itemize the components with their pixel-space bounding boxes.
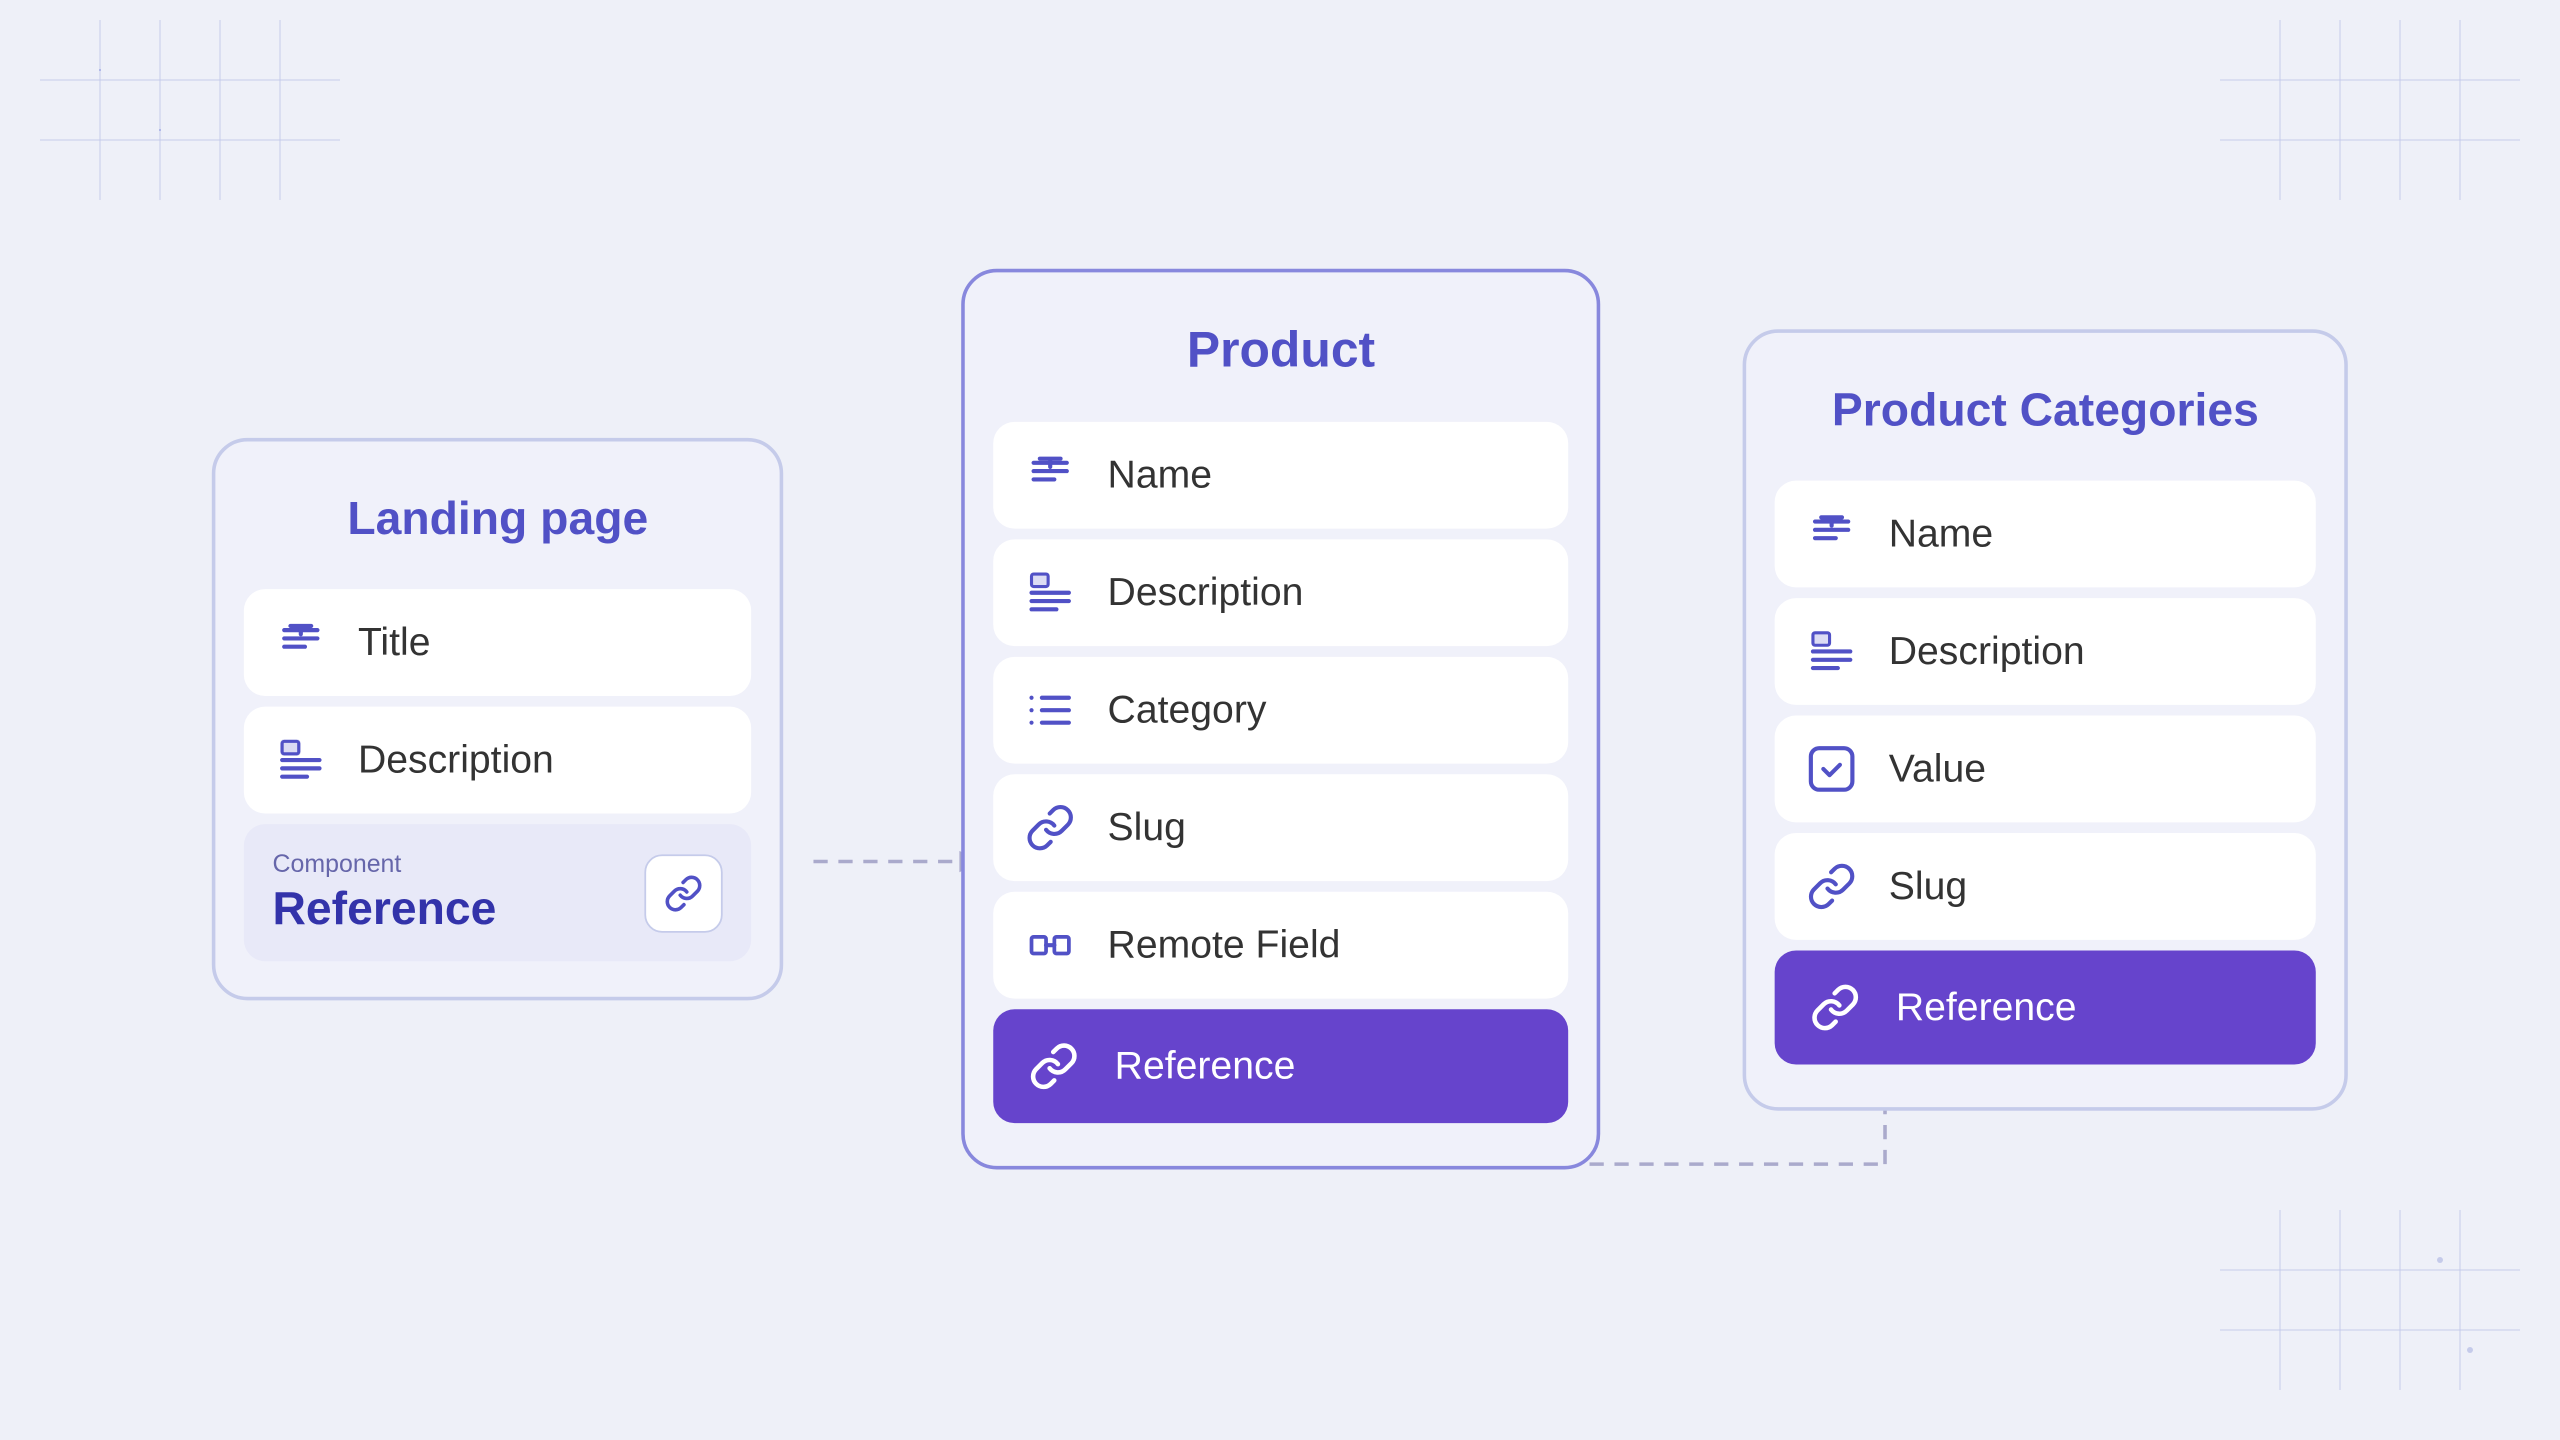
landing-ref-info: Component Reference: [273, 850, 497, 937]
landing-page-title: Landing page: [216, 442, 780, 590]
landing-description-label: Description: [358, 738, 554, 784]
cat-reference-field: Reference: [1775, 950, 2316, 1064]
diagram-container: Landing page Title: [212, 186, 2348, 1254]
cat-description-field: Description: [1775, 598, 2316, 705]
cat-slug-field: Slug: [1775, 833, 2316, 940]
landing-page-fields: Title Description Co: [216, 590, 780, 962]
cat-reference-label: Reference: [1896, 984, 2077, 1030]
landing-ref-big-label: Reference: [273, 882, 497, 937]
cat-value-field: Value: [1775, 716, 2316, 823]
product-categories-title: Product Categories: [1746, 333, 2344, 481]
cat-value-label: Value: [1889, 746, 1986, 792]
cat-value-icon: [1803, 740, 1860, 797]
main-canvas: Landing page Title: [0, 0, 2560, 1440]
cat-name-field: Name: [1775, 481, 2316, 588]
product-description-label: Description: [1108, 570, 1304, 616]
product-description-icon: [1022, 565, 1079, 622]
text-icon: [273, 615, 330, 672]
cat-name-label: Name: [1889, 511, 1993, 557]
cat-name-text-icon: [1803, 505, 1860, 562]
cat-slug-label: Slug: [1889, 863, 1967, 909]
product-reference-field: Reference: [994, 1010, 1569, 1124]
product-remote-icon: [1022, 918, 1079, 975]
product-remote-field: Remote Field: [994, 893, 1569, 1000]
landing-ref-small-label: Component: [273, 850, 497, 878]
landing-description-field: Description: [244, 708, 752, 815]
cat-description-icon: [1803, 623, 1860, 680]
product-slug-label: Slug: [1108, 805, 1186, 851]
landing-title-field: Title: [244, 590, 752, 697]
cat-reference-link-icon: [1803, 975, 1867, 1039]
product-name-text-icon: [1022, 448, 1079, 505]
product-name-field: Name: [994, 423, 1569, 530]
cat-slug-link-icon: [1803, 858, 1860, 915]
product-card: Product Name: [962, 270, 1601, 1171]
product-category-label: Category: [1108, 688, 1267, 734]
landing-title-label: Title: [358, 620, 431, 666]
product-categories-fields: Name Description: [1746, 481, 2344, 1065]
product-fields: Name Description: [965, 423, 1597, 1124]
product-name-label: Name: [1108, 453, 1212, 499]
product-categories-card: Product Categories Name: [1743, 329, 2348, 1110]
cat-description-label: Description: [1889, 628, 2085, 674]
product-remote-label: Remote Field: [1108, 923, 1341, 969]
product-slug-field: Slug: [994, 775, 1569, 882]
landing-page-card: Landing page Title: [212, 439, 784, 1001]
product-slug-link-icon: [1022, 800, 1079, 857]
landing-reference-field: Component Reference: [244, 825, 752, 962]
landing-ref-icon: [645, 854, 723, 932]
product-description-field: Description: [994, 540, 1569, 647]
description-icon: [273, 732, 330, 789]
product-title: Product: [965, 273, 1597, 423]
product-category-list-icon: [1022, 683, 1079, 740]
product-reference-label: Reference: [1115, 1044, 1296, 1090]
product-category-field: Category: [994, 658, 1569, 765]
product-reference-link-icon: [1022, 1035, 1086, 1099]
